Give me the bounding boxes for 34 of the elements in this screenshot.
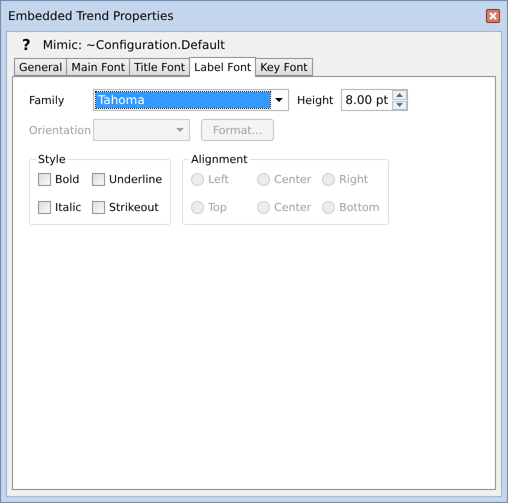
close-icon (489, 12, 497, 20)
checkbox[interactable] (38, 172, 51, 186)
window-title: Embedded Trend Properties (8, 9, 174, 23)
help-icon[interactable]: ? (22, 36, 31, 54)
spin-up-button[interactable] (392, 90, 408, 100)
tab[interactable]: Key Font (255, 58, 313, 76)
radio-label: Center (274, 172, 312, 186)
radio-label: Top (208, 200, 227, 214)
alignment-title: Alignment (190, 153, 249, 166)
checkbox-label: Underline (109, 172, 162, 186)
tab[interactable]: Label Font (189, 57, 256, 77)
style-title: Style (37, 153, 67, 166)
radio-label: Bottom (339, 200, 380, 214)
mimic-label: Mimic: ~Configuration.Default (42, 38, 225, 52)
down-arrow-icon (396, 103, 404, 108)
checkbox[interactable] (38, 200, 51, 214)
checkbox[interactable] (92, 200, 105, 214)
spin-down-button[interactable] (392, 100, 408, 110)
radio-label: Center (274, 200, 312, 214)
tab[interactable]: General (14, 58, 68, 76)
orientation-label: Orientation (29, 124, 92, 136)
family-label: Family (29, 94, 66, 106)
radio-label: Left (208, 172, 229, 186)
height-label: Height (297, 94, 334, 106)
checkbox-label: Strikeout (109, 200, 159, 214)
radio-label: Right (339, 172, 368, 186)
tab[interactable]: Main Font (66, 58, 130, 76)
up-arrow-icon (396, 92, 404, 97)
tab[interactable]: Title Font (129, 58, 190, 76)
checkbox[interactable] (92, 172, 105, 186)
checkbox-label: Italic (55, 200, 82, 214)
close-button[interactable] (486, 9, 500, 23)
checkbox-label: Bold (55, 172, 80, 186)
height-spinner[interactable]: 8.00 pt (341, 89, 408, 111)
